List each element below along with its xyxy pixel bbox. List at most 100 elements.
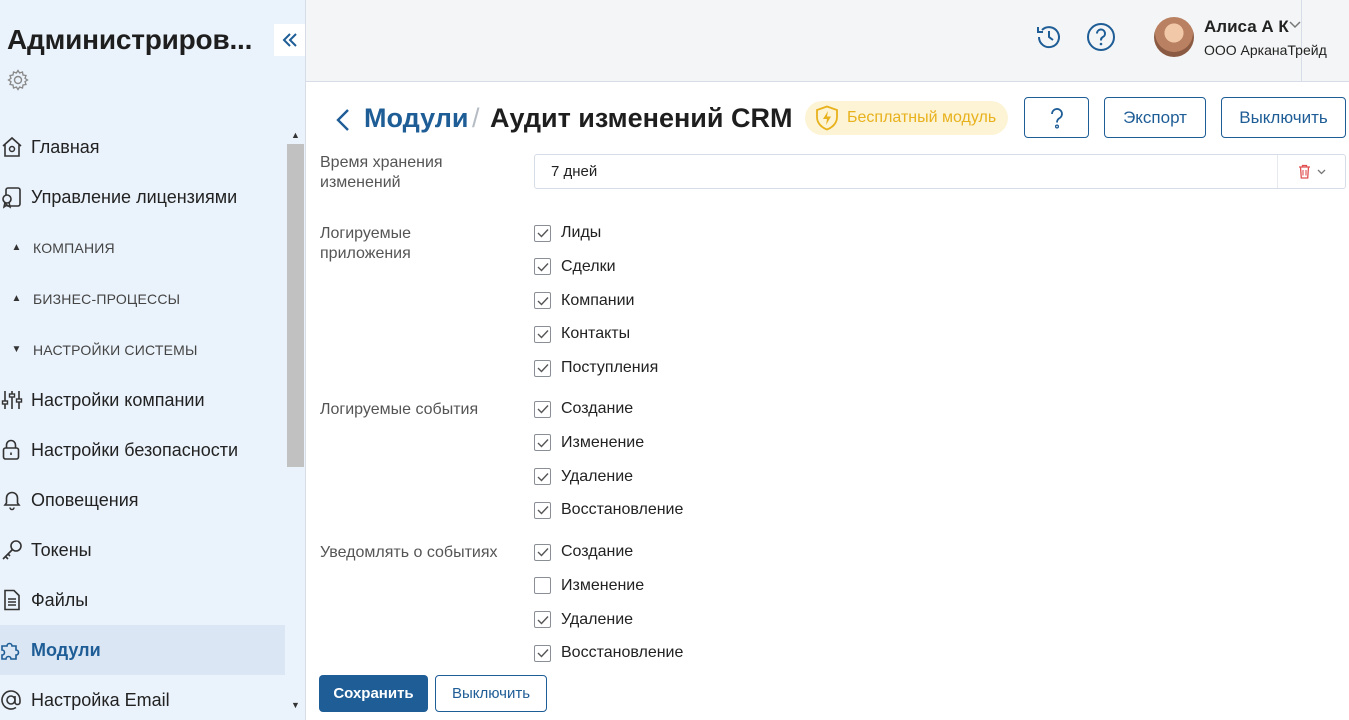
retention-value: 7 дней [551, 163, 598, 180]
notify-checkbox-row[interactable]: Создание [534, 541, 633, 563]
sidebar-item-label: Главная [31, 136, 100, 157]
home-icon [2, 136, 22, 157]
checkbox-label: Восстановление [561, 501, 684, 519]
sidebar-group-company[interactable]: ▲ КОМПАНИЯ [0, 222, 285, 273]
app-checkbox-row[interactable]: Контакты [534, 323, 630, 345]
checkbox-label: Сделки [561, 257, 616, 275]
checkmark-icon [537, 296, 549, 306]
sidebar-group-business-processes[interactable]: ▲ БИЗНЕС-ПРОЦЕССЫ [0, 273, 285, 324]
caret-up-icon: ▲ [11, 293, 22, 304]
scrollbar-thumb[interactable] [287, 144, 304, 467]
file-icon [4, 589, 20, 611]
sidebar-item-email[interactable]: Настройка Email [0, 675, 285, 720]
chevron-down-icon[interactable] [1289, 21, 1301, 29]
scroll-down-arrow-icon[interactable]: ▼ [291, 700, 300, 710]
question-icon [1050, 107, 1063, 129]
app-checkbox-row[interactable]: Компании [534, 290, 635, 312]
sidebar-item-company-settings[interactable]: Настройки компании [0, 375, 285, 425]
checkbox-label: Удаление [561, 610, 634, 628]
save-button[interactable]: Сохранить [319, 675, 428, 712]
history-icon[interactable] [1034, 22, 1064, 52]
back-arrow-icon[interactable] [334, 106, 352, 134]
event-checkbox-row[interactable]: Восстановление [534, 499, 683, 521]
checkbox-checked[interactable] [534, 359, 551, 377]
license-icon [2, 187, 21, 209]
checkbox-checked[interactable] [534, 400, 551, 418]
caret-up-icon: ▲ [11, 242, 22, 253]
retention-label: Время хранения изменений [320, 154, 443, 191]
notify-checkbox-row[interactable]: Изменение [534, 575, 644, 597]
gear-icon[interactable] [6, 68, 30, 92]
logged-apps-label: Логируемые приложения [320, 225, 412, 262]
sidebar-item-modules[interactable]: Модули [0, 625, 285, 675]
retention-select[interactable]: 7 дней [534, 154, 1346, 189]
sidebar-item-label: Токены [31, 539, 92, 560]
sidebar-item-label: Настройки компании [31, 389, 205, 410]
app-checkbox-row[interactable]: Лиды [534, 222, 601, 244]
checkbox-checked[interactable] [534, 543, 551, 561]
disable-button[interactable]: Выключить [435, 675, 547, 712]
event-checkbox-row[interactable]: Создание [534, 398, 633, 420]
sidebar-item-label: Настройки безопасности [31, 439, 239, 460]
checkmark-icon [537, 364, 549, 373]
checkbox-label: Лиды [561, 224, 602, 241]
puzzle-icon [1, 642, 20, 660]
sidebar-group-system-settings[interactable]: ▼ НАСТРОЙКИ СИСТЕМЫ [0, 324, 285, 375]
trash-icon[interactable] [1298, 164, 1311, 179]
scroll-up-arrow-icon[interactable]: ▲ [291, 130, 300, 140]
checkbox-label: Поступления [561, 359, 659, 377]
checkbox-label: Удаление [561, 467, 634, 485]
select-controls [1277, 155, 1345, 188]
checkmark-icon [537, 405, 549, 414]
export-button[interactable]: Экспорт [1104, 97, 1206, 138]
sidebar-item-home[interactable]: Главная [0, 122, 285, 172]
module-help-button[interactable] [1024, 97, 1089, 138]
checkbox-checked[interactable] [534, 644, 551, 662]
checkbox-checked[interactable] [534, 325, 551, 343]
user-avatar[interactable] [1154, 17, 1194, 57]
shield-lightning-icon [816, 105, 838, 131]
checkmark-icon [537, 615, 549, 625]
sliders-icon [1, 391, 23, 409]
checkbox-label: Изменение [561, 433, 645, 451]
checkbox-checked[interactable] [534, 224, 551, 242]
sidebar-item-files[interactable]: Файлы [0, 575, 285, 625]
notify-checkbox-row[interactable]: Восстановление [534, 642, 683, 664]
checkbox-checked[interactable] [534, 501, 551, 519]
notify-events-label: Уведомлять о событиях [320, 544, 498, 561]
sidebar-item-label: Настройка Email [31, 689, 170, 710]
sidebar-item-label: Модули [31, 639, 101, 660]
bell-icon [3, 491, 21, 511]
sidebar-item-security[interactable]: Настройки безопасности [0, 425, 285, 475]
notify-checkbox-row[interactable]: Удаление [534, 609, 633, 631]
checkbox-checked[interactable] [534, 258, 551, 276]
checkbox-checked[interactable] [534, 468, 551, 486]
user-name[interactable]: Алиса А К [1204, 17, 1289, 37]
header-divider [1301, 0, 1302, 81]
chevron-down-icon[interactable] [1317, 169, 1326, 175]
disable-module-button[interactable]: Выключить [1221, 97, 1346, 138]
sidebar-item-label: Оповещения [31, 489, 139, 510]
page-title: Аудит изменений CRM [490, 103, 793, 133]
app-checkbox-row[interactable]: Сделки [534, 256, 616, 278]
checkbox-checked[interactable] [534, 434, 551, 452]
checkmark-icon [537, 548, 549, 557]
checkbox-checked[interactable] [534, 611, 551, 629]
event-checkbox-row[interactable]: Удаление [534, 466, 633, 488]
sidebar-item-notifications[interactable]: Оповещения [0, 475, 285, 525]
checkbox-unchecked[interactable] [534, 577, 551, 595]
sidebar-scrollbar[interactable]: ▲ ▼ [285, 126, 305, 720]
app-checkbox-row[interactable]: Поступления [534, 357, 658, 379]
checkmark-icon [537, 229, 549, 238]
checkbox-checked[interactable] [534, 292, 551, 310]
collapse-sidebar-button[interactable] [274, 24, 305, 56]
help-icon[interactable] [1086, 22, 1116, 52]
sidebar-title: Администриров... [7, 24, 253, 55]
lock-icon [2, 439, 20, 460]
sidebar-item-licenses[interactable]: Управление лицензиями [0, 172, 285, 222]
event-checkbox-row[interactable]: Изменение [534, 432, 644, 454]
breadcrumb-modules-link[interactable]: Модули [364, 103, 469, 134]
breadcrumb-separator: / [472, 103, 480, 133]
sidebar-item-tokens[interactable]: Токены [0, 525, 285, 575]
sidebar-group-label: НАСТРОЙКИ СИСТЕМЫ [33, 341, 198, 358]
